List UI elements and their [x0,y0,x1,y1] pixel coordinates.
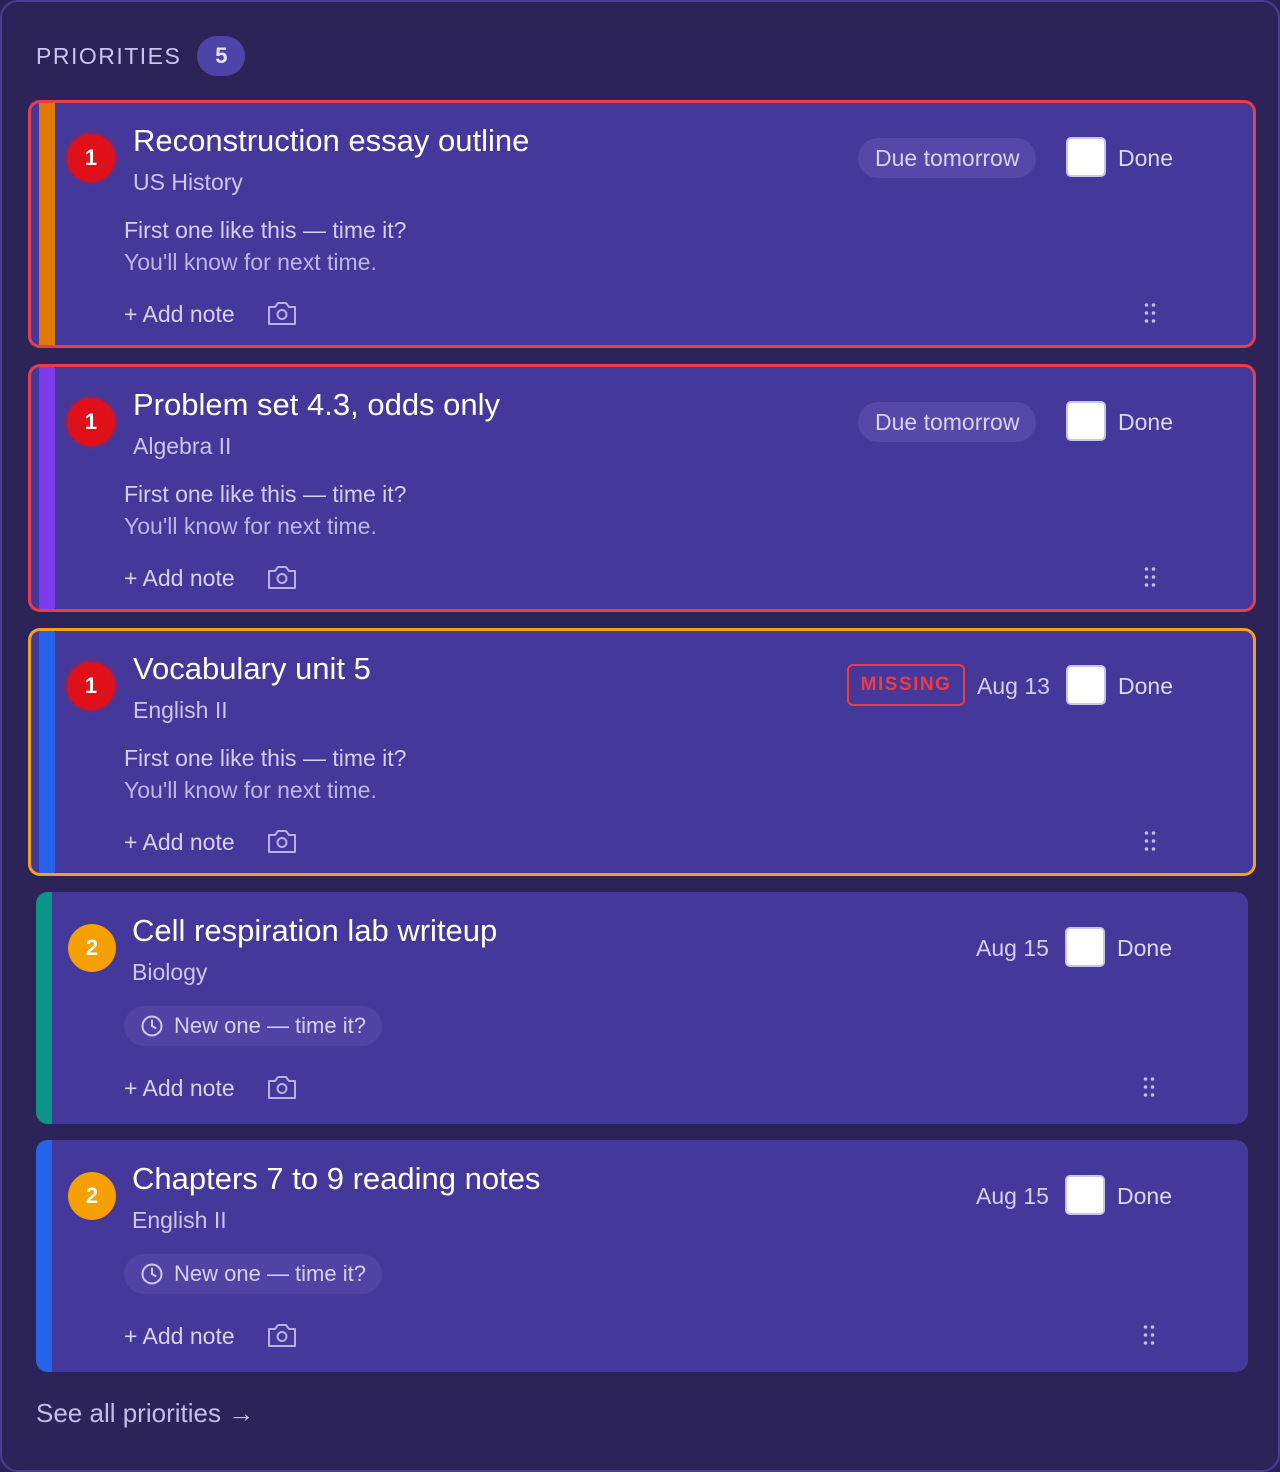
clock-icon [141,1263,163,1285]
task-subject: English II [132,1207,227,1233]
task-title[interactable]: Vocabulary unit 5 [133,651,371,687]
panel-header: PRIORITIES 5 [36,36,246,76]
subject-color-stripe [36,892,52,1124]
missing-badge: MISSING [847,664,965,706]
add-note-button[interactable]: + Add note [124,1075,235,1102]
done-checkbox[interactable] [1066,401,1106,441]
see-all-priorities-link[interactable]: See all priorities → [36,1398,254,1429]
priority-badge: 1 [67,662,115,710]
priority-card[interactable]: 2 Cell respiration lab writeup Biology A… [36,892,1248,1124]
done-checkbox[interactable] [1066,137,1106,177]
due-date: Aug 13 [977,673,1050,699]
due-date: Aug 15 [976,935,1049,961]
camera-icon[interactable] [266,299,298,327]
drag-handle-icon[interactable] [1142,1076,1156,1098]
drag-handle-icon[interactable] [1143,302,1157,324]
count-badge: 5 [197,36,246,76]
task-subject: English II [133,697,228,723]
time-it-label: New one — time it? [174,1013,366,1038]
priority-card[interactable]: 2 Chapters 7 to 9 reading notes English … [36,1140,1248,1372]
add-note-button[interactable]: + Add note [124,829,235,856]
task-subject: US History [133,169,243,195]
time-hint-detail: You'll know for next time. [124,777,377,803]
drag-handle-icon[interactable] [1143,566,1157,588]
priority-card[interactable]: 1 Problem set 4.3, odds only Algebra II … [28,364,1256,612]
add-note-button[interactable]: + Add note [124,565,235,592]
task-title[interactable]: Chapters 7 to 9 reading notes [132,1161,540,1197]
task-title[interactable]: Problem set 4.3, odds only [133,387,500,423]
task-subject: Algebra II [133,433,232,459]
done-label: Done [1117,935,1172,961]
camera-icon[interactable] [266,1073,298,1101]
due-date: Aug 15 [976,1183,1049,1209]
clock-icon [141,1015,163,1037]
time-hint[interactable]: First one like this — time it? [124,481,406,508]
subject-color-stripe [36,1140,52,1372]
subject-color-stripe [31,631,55,873]
priorities-panel: PRIORITIES 5 1 Reconstruction essay outl… [0,0,1280,1472]
time-it-button[interactable]: New one — time it? [124,1006,382,1046]
task-title[interactable]: Cell respiration lab writeup [132,913,497,949]
camera-icon[interactable] [266,563,298,591]
priority-badge: 1 [67,398,115,446]
drag-handle-icon[interactable] [1142,1324,1156,1346]
done-label: Done [1117,1183,1172,1209]
drag-handle-icon[interactable] [1143,830,1157,852]
time-hint[interactable]: First one like this — time it? [124,217,406,244]
task-title[interactable]: Reconstruction essay outline [133,123,529,159]
done-label: Done [1118,145,1173,171]
done-checkbox[interactable] [1066,665,1106,705]
priority-card[interactable]: 1 Reconstruction essay outline US Histor… [28,100,1256,348]
camera-icon[interactable] [266,827,298,855]
time-hint-detail: You'll know for next time. [124,249,377,275]
add-note-button[interactable]: + Add note [124,301,235,328]
due-badge: Due tomorrow [858,138,1037,178]
subject-color-stripe [31,367,55,609]
task-subject: Biology [132,959,208,985]
subject-color-stripe [31,103,55,345]
done-label: Done [1118,673,1173,699]
priority-badge: 1 [67,134,115,182]
time-hint-detail: You'll know for next time. [124,513,377,539]
done-label: Done [1118,409,1173,435]
due-badge: Due tomorrow [858,402,1037,442]
camera-icon[interactable] [266,1321,298,1349]
add-note-button[interactable]: + Add note [124,1323,235,1350]
priority-card[interactable]: 1 Vocabulary unit 5 English II MISSING A… [28,628,1256,876]
time-hint[interactable]: First one like this — time it? [124,745,406,772]
time-it-button[interactable]: New one — time it? [124,1254,382,1294]
time-it-label: New one — time it? [174,1261,366,1286]
done-checkbox[interactable] [1065,1175,1105,1215]
priority-badge: 2 [68,924,116,972]
done-checkbox[interactable] [1065,927,1105,967]
panel-title: PRIORITIES [36,42,182,69]
priority-badge: 2 [68,1172,116,1220]
